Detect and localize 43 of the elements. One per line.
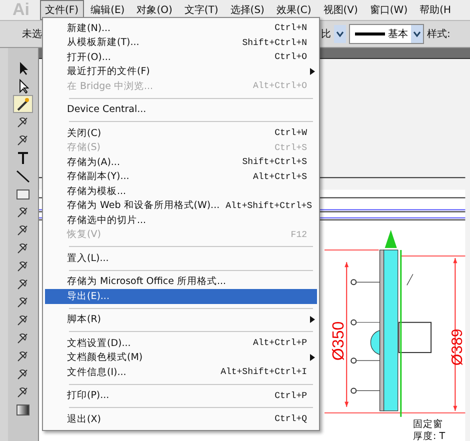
menu-item[interactable]: 脚本(R) — [45, 312, 317, 327]
menu-title[interactable]: 对象(O) — [132, 0, 178, 20]
magic-wand-icon[interactable] — [14, 96, 32, 112]
menu-item[interactable]: 文档颜色模式(M) — [45, 350, 317, 365]
menu-item[interactable]: 文档设置(D)... Alt+Ctrl+P — [45, 336, 317, 350]
menu-title[interactable]: 效果(C) — [271, 0, 316, 20]
menu-item[interactable]: Device Central... — [45, 102, 317, 117]
drawing-note: 固定窗 — [412, 418, 443, 430]
submenu-arrow-icon — [310, 316, 315, 324]
menu-item[interactable]: 退出(X) Ctrl+Q — [45, 412, 317, 426]
menu-item[interactable]: 关闭(C) Ctrl+W — [45, 126, 317, 140]
stroke-line-icon — [355, 32, 385, 36]
submenu-arrow-icon — [310, 68, 315, 76]
diameter-dimension: Ø389 — [449, 328, 466, 366]
gradient-icon[interactable] — [14, 402, 32, 418]
menu-item[interactable]: 导出(E)... — [45, 289, 317, 304]
menu-item[interactable]: 存储副本(Y)... Alt+Ctrl+S — [45, 170, 317, 184]
menu-item[interactable]: 最近打开的文件(F) — [45, 64, 317, 79]
selection-status: 未选 — [22, 28, 42, 41]
menu-item[interactable]: 存储为 Microsoft Office 所用格式... — [45, 274, 317, 289]
menu-title[interactable]: 视图(V) — [318, 0, 363, 20]
proportion-label: 比 — [321, 28, 331, 41]
menu-title[interactable]: 文字(T) — [179, 0, 224, 20]
drawing-note: 厚度: T — [412, 431, 446, 441]
menu-item[interactable]: 存储为模板... — [45, 184, 317, 198]
menu-item[interactable]: 存储为(A)... Shift+Ctrl+S — [45, 155, 317, 170]
line-icon[interactable] — [14, 168, 32, 184]
menu-title[interactable]: 编辑(E) — [86, 0, 130, 20]
menu-title[interactable]: 窗口(W) — [364, 0, 413, 20]
menu-item[interactable]: 打开(O)... Ctrl+O — [45, 50, 317, 64]
menu-title[interactable]: 选择(S) — [225, 0, 270, 20]
menu-item[interactable]: 打印(P)... Ctrl+P — [45, 388, 317, 403]
submenu-arrow-icon — [310, 354, 315, 362]
style-label: 样式: — [427, 28, 450, 41]
menu-item[interactable]: 新建(N)... Ctrl+N — [45, 21, 317, 36]
menu-item[interactable]: 存储为 Web 和设备所用格式(W)... Alt+Shift+Ctrl+S — [45, 198, 317, 213]
stroke-style-dropdown[interactable]: 基本 — [349, 24, 424, 44]
menu-title[interactable]: 帮助(H — [414, 0, 456, 20]
menu-item[interactable]: 存储选中的切片... — [45, 213, 317, 228]
menu-item[interactable]: 从模板新建(T)... Shift+Ctrl+N — [45, 36, 317, 50]
menu-item[interactable]: 文件信息(I)... Alt+Shift+Ctrl+I — [45, 365, 317, 380]
menu-item[interactable]: 置入(L)... — [45, 251, 317, 266]
diameter-dimension: Ø350 — [330, 321, 348, 361]
